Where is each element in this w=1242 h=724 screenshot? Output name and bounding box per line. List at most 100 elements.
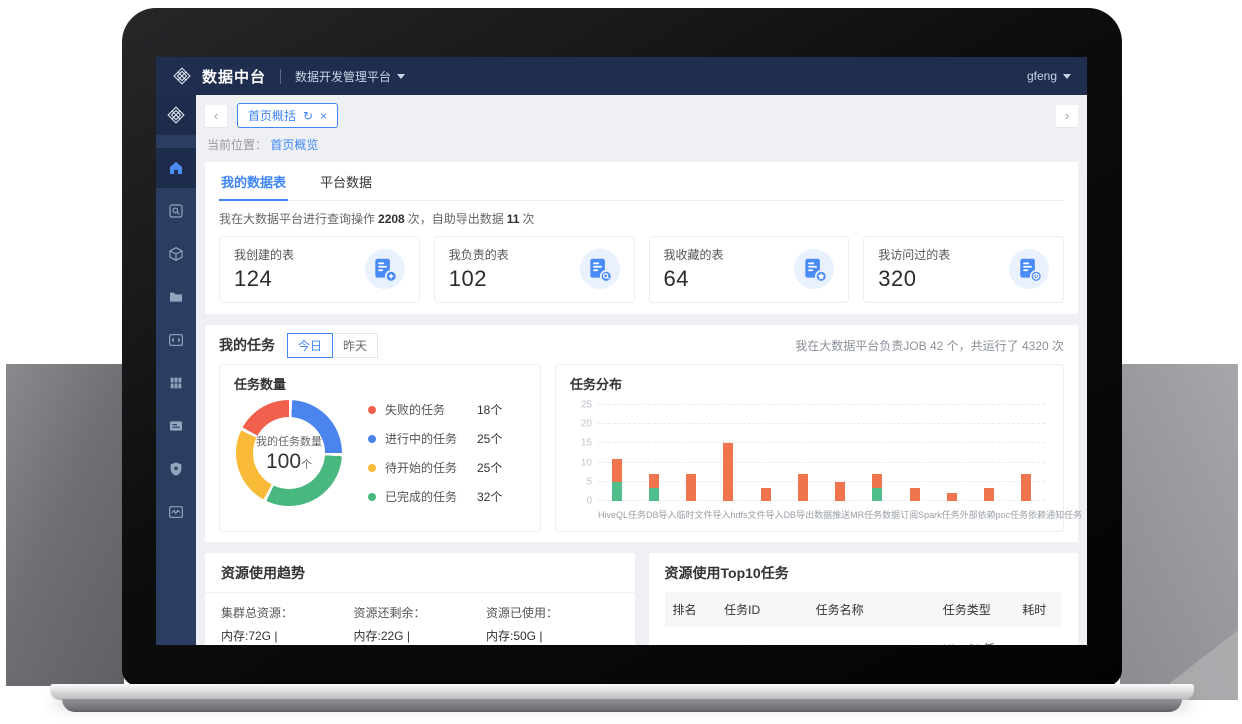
sidebar-item-table[interactable] xyxy=(156,363,196,403)
legend-label: 进行中的任务 xyxy=(385,430,477,447)
monitor-icon xyxy=(168,504,184,520)
stat-card-label: 我创建的表 xyxy=(234,246,294,263)
stat-card-label: 我负责的表 xyxy=(449,246,509,263)
bar-11 xyxy=(1008,474,1045,501)
bar-chart-category-labels: HiveQL任务DB导入临时文件导入hdfs文件导入DB导出数据推送MR任务数据… xyxy=(598,508,1045,521)
sidebar-item-shield[interactable] xyxy=(156,449,196,489)
tab-my-data-tables[interactable]: 我的数据表 xyxy=(219,162,288,201)
stat-card-value: 102 xyxy=(449,266,509,292)
breadcrumb: 当前位置： 首页概览 xyxy=(207,136,1076,153)
app-switcher-menu[interactable]: 数据开发管理平台 xyxy=(295,68,405,85)
resource-trend-title: 资源使用趋势 xyxy=(221,565,305,581)
bar-category-label: 依赖通知任务 xyxy=(1028,508,1082,521)
bar-category-label: DB导入 xyxy=(646,508,677,521)
cluster-total-stat: 集群总资源： 内存:72G | CPU:48Cores xyxy=(221,604,354,645)
bar-category-label: Spark任务 xyxy=(918,508,960,521)
legend-label: 失败的任务 xyxy=(385,401,477,418)
legend-value: 18个 xyxy=(477,401,502,418)
legend-item: 已完成的任务32个 xyxy=(368,488,502,505)
top10-cell: 1 xyxy=(665,627,717,645)
sidebar-item-monitor[interactable] xyxy=(156,492,196,532)
legend-dot xyxy=(368,406,376,414)
my-tables-panel: 我的数据表 平台数据 我在大数据平台进行查询操作2208次，自助导出数据11次 … xyxy=(205,162,1078,314)
donut-total: 100 xyxy=(266,450,301,473)
bar-8 xyxy=(896,488,933,501)
sidebar-item-card[interactable] xyxy=(156,406,196,446)
stat-value: 内存:72G | CPU:48Cores xyxy=(221,627,354,645)
stat-label: 资源还剩余： xyxy=(354,604,487,621)
task-count-title: 任务数量 xyxy=(234,374,526,393)
sidebar-item-code[interactable] xyxy=(156,320,196,360)
username: gfeng xyxy=(1027,69,1057,83)
toggle-yesterday-button[interactable]: 昨天 xyxy=(332,333,378,358)
breadcrumb-current-link[interactable]: 首页概览 xyxy=(270,138,318,152)
model-icon xyxy=(168,246,184,262)
top10-cell: HiveQL任务 xyxy=(935,627,1015,645)
top10-panel: 资源使用Top10任务 排名任务ID任务名称任务类型耗时 1dim_countd… xyxy=(649,553,1079,645)
close-icon[interactable]: × xyxy=(320,110,327,122)
summary-query-count: 2208 xyxy=(378,212,405,226)
brand-name: 数据中台 xyxy=(202,66,266,87)
page-tab-home-overview[interactable]: 首页概括 ↻ × xyxy=(237,103,338,128)
stat-card-3[interactable]: 我访问过的表320 xyxy=(863,236,1064,303)
resource-trend-stats: 集群总资源： 内存:72G | CPU:48Cores 资源还剩余： 内存:22… xyxy=(221,604,619,645)
bar-category-label: 临时文件导入 xyxy=(677,508,731,521)
tab-platform-data[interactable]: 平台数据 xyxy=(318,162,374,200)
stat-card-1[interactable]: 我负责的表 102 xyxy=(434,236,635,303)
user-menu[interactable]: gfeng xyxy=(1027,69,1071,83)
donut-center-label: 我的任务数量 xyxy=(256,433,322,449)
stat-card-value: 124 xyxy=(234,266,294,292)
bar-chart-bars xyxy=(598,405,1045,501)
legend-dot xyxy=(368,435,376,443)
top10-title: 资源使用Top10任务 xyxy=(665,565,789,581)
top10-header-row: 排名任务ID任务名称任务类型耗时 xyxy=(665,592,1063,627)
app-screen: 数据中台 数据开发管理平台 gfeng ‹ xyxy=(156,57,1087,645)
legend-value: 25个 xyxy=(477,459,502,476)
bar-9 xyxy=(933,493,970,501)
sidebar-item-folder[interactable] xyxy=(156,277,196,317)
bar-6 xyxy=(822,482,859,501)
stat-card-2[interactable]: 我收藏的表64 xyxy=(649,236,850,303)
donut-center: 我的任务数量 100个 xyxy=(253,417,325,489)
stat-card-0[interactable]: 我创建的表 124 xyxy=(219,236,420,303)
summary-text: 次，自助导出数据 xyxy=(408,212,504,226)
bar-category-label: HiveQL任务 xyxy=(598,508,646,521)
day-toggle: 今日 昨天 xyxy=(287,333,378,358)
laptop-base xyxy=(50,684,1194,700)
refresh-icon[interactable]: ↻ xyxy=(303,110,313,122)
top10-table: 排名任务ID任务名称任务类型耗时 1dim_countdwd_fact_orde… xyxy=(665,592,1063,645)
tasks-header: 我的任务 今日 昨天 我在大数据平台负责JOB 42 个，共运行了 4320 次 xyxy=(219,333,1064,357)
usage-summary-line: 我在大数据平台进行查询操作2208次，自助导出数据11次 xyxy=(219,210,1064,227)
toggle-today-button[interactable]: 今日 xyxy=(287,333,333,358)
task-distribution-box: 任务分布 0510152025 HiveQL任务DB导入临时文件导入hdfs文件… xyxy=(555,364,1064,532)
breadcrumb-label: 当前位置： xyxy=(207,138,267,152)
stat-label: 资源已使用： xyxy=(486,604,619,621)
legend-label: 待开始的任务 xyxy=(385,459,477,476)
tabs-scroll-left-button[interactable]: ‹ xyxy=(205,105,227,127)
sidebar xyxy=(156,95,196,645)
summary-text: 我在大数据平台进行查询操作 xyxy=(219,212,375,226)
stat-cards-row: 我创建的表 124 我负责的表 102 我收藏的表64我访问过的表320 xyxy=(219,236,1064,303)
bar-1 xyxy=(635,474,672,501)
bar-category-label: 数据订阅 xyxy=(882,508,918,521)
stat-value: 内存:22G | CPU:24Cores xyxy=(354,627,487,645)
stat-card-value: 320 xyxy=(878,266,950,292)
sidebar-item-search[interactable] xyxy=(156,191,196,231)
code-icon xyxy=(168,332,184,348)
header-divider xyxy=(280,69,281,84)
sidebar-item-home[interactable] xyxy=(156,148,196,188)
tasks-title: 我的任务 xyxy=(219,335,275,355)
document-search-icon xyxy=(580,249,620,289)
app-body: ‹ 首页概括 ↻ × › 当前位置： 首页概览 我的数据表 xyxy=(156,95,1087,645)
card-icon xyxy=(168,418,184,434)
bar-category-label: hdfs文件导入 xyxy=(731,508,784,521)
top10-cell: 395S xyxy=(1014,627,1062,645)
brand-logo-icon xyxy=(172,66,192,86)
donut-center-value: 100个 xyxy=(266,450,312,474)
bar-2 xyxy=(673,474,710,501)
search-icon xyxy=(168,203,184,219)
sidebar-item-model[interactable] xyxy=(156,234,196,274)
donut-legend: 失败的任务18个进行中的任务25个待开始的任务25个已完成的任务32个 xyxy=(368,401,502,505)
resource-used-stat: 资源已使用： 内存:50G | CPU:24Cores xyxy=(486,604,619,645)
tabs-scroll-right-button[interactable]: › xyxy=(1056,105,1078,127)
